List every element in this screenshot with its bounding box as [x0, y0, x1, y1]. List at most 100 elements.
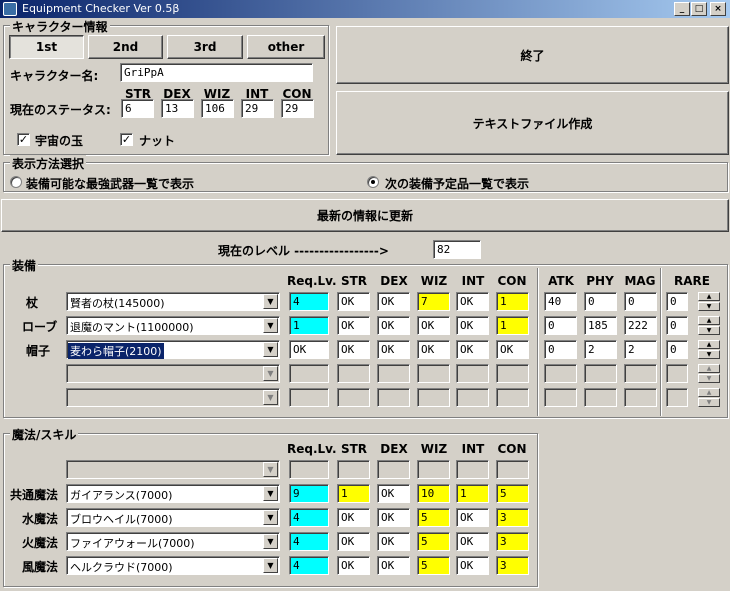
magic-int-field[interactable]: OK: [456, 508, 489, 527]
stat-field-wiz[interactable]: 106: [201, 99, 234, 118]
spin-down-icon[interactable]: ▼: [698, 302, 720, 311]
rare-spinner[interactable]: ▲ ▼: [698, 316, 720, 335]
equip-phy-field[interactable]: [584, 388, 617, 407]
equip-item-select-robe[interactable]: 退魔のマント(1100000) ▼: [66, 316, 280, 335]
equip-phy-field[interactable]: 0: [584, 292, 617, 311]
equip-atk-field[interactable]: 0: [544, 316, 577, 335]
equip-atk-field[interactable]: 0: [544, 340, 577, 359]
equip-req-field[interactable]: 1: [289, 316, 329, 335]
minimize-button[interactable]: _: [674, 2, 690, 16]
spin-up-icon[interactable]: ▲: [698, 364, 720, 373]
equip-item-select-hat[interactable]: 麦わら帽子(2100) ▼: [66, 340, 280, 359]
magic-wiz-field[interactable]: 5: [417, 556, 450, 575]
equip-req-field[interactable]: 4: [289, 292, 329, 311]
rare-spinner[interactable]: ▲ ▼: [698, 364, 720, 383]
tab-2nd[interactable]: 2nd: [88, 35, 163, 59]
chevron-down-icon[interactable]: ▼: [263, 462, 278, 477]
chevron-down-icon[interactable]: ▼: [263, 294, 278, 309]
chevron-down-icon[interactable]: ▼: [263, 342, 278, 357]
magic-select-fire[interactable]: ファイアウォール(7000) ▼: [66, 532, 280, 551]
checkbox-nut[interactable]: ✓: [120, 133, 133, 146]
exit-button[interactable]: 終了: [336, 26, 729, 84]
spin-up-icon[interactable]: ▲: [698, 340, 720, 349]
magic-wiz-field[interactable]: 5: [417, 508, 450, 527]
magic-select-empty[interactable]: ▼: [66, 460, 280, 479]
equip-req-field[interactable]: [289, 388, 329, 407]
magic-wiz-field[interactable]: 5: [417, 532, 450, 551]
magic-con-field[interactable]: 5: [496, 484, 529, 503]
equip-atk-field[interactable]: [544, 364, 577, 383]
equip-rare-field[interactable]: [666, 364, 688, 383]
magic-dex-field[interactable]: OK: [377, 484, 410, 503]
equip-mag-field[interactable]: [624, 388, 657, 407]
spin-down-icon[interactable]: ▼: [698, 374, 720, 383]
equip-wiz-field[interactable]: [417, 364, 450, 383]
stat-field-dex[interactable]: 13: [161, 99, 194, 118]
spin-down-icon[interactable]: ▼: [698, 398, 720, 407]
character-name-field[interactable]: GriPpA: [120, 63, 313, 82]
magic-con-field[interactable]: 3: [496, 556, 529, 575]
spin-up-icon[interactable]: ▲: [698, 316, 720, 325]
equip-int-field[interactable]: OK: [456, 316, 489, 335]
magic-wiz-field[interactable]: [417, 460, 450, 479]
equip-rare-field[interactable]: [666, 388, 688, 407]
stat-field-str[interactable]: 6: [121, 99, 154, 118]
magic-req-field[interactable]: 9: [289, 484, 329, 503]
checkbox-uchuu-no-tama[interactable]: ✓: [17, 133, 30, 146]
chevron-down-icon[interactable]: ▼: [263, 366, 278, 381]
spin-down-icon[interactable]: ▼: [698, 350, 720, 359]
equip-con-field[interactable]: [496, 364, 529, 383]
tab-3rd[interactable]: 3rd: [167, 35, 243, 59]
equip-mag-field[interactable]: 0: [624, 292, 657, 311]
equip-wiz-field[interactable]: OK: [417, 340, 450, 359]
equip-con-field[interactable]: [496, 388, 529, 407]
equip-mag-field[interactable]: [624, 364, 657, 383]
equip-con-field[interactable]: 1: [496, 316, 529, 335]
tab-1st[interactable]: 1st: [9, 35, 84, 59]
radio-strongest-weapons[interactable]: [10, 176, 22, 188]
magic-dex-field[interactable]: OK: [377, 532, 410, 551]
equip-int-field[interactable]: OK: [456, 340, 489, 359]
equip-mag-field[interactable]: 222: [624, 316, 657, 335]
equip-str-field[interactable]: OK: [337, 292, 370, 311]
equip-dex-field[interactable]: OK: [377, 292, 410, 311]
magic-con-field[interactable]: [496, 460, 529, 479]
equip-phy-field[interactable]: 2: [584, 340, 617, 359]
current-level-field[interactable]: 82: [433, 240, 481, 259]
equip-item-select-empty-2[interactable]: ▼: [66, 388, 280, 407]
magic-int-field[interactable]: [456, 460, 489, 479]
spin-up-icon[interactable]: ▲: [698, 292, 720, 301]
chevron-down-icon[interactable]: ▼: [263, 318, 278, 333]
equip-dex-field[interactable]: OK: [377, 340, 410, 359]
equip-dex-field[interactable]: OK: [377, 316, 410, 335]
chevron-down-icon[interactable]: ▼: [263, 534, 278, 549]
magic-req-field[interactable]: 4: [289, 532, 329, 551]
magic-req-field[interactable]: 4: [289, 508, 329, 527]
rare-spinner[interactable]: ▲ ▼: [698, 388, 720, 407]
equip-int-field[interactable]: OK: [456, 292, 489, 311]
equip-int-field[interactable]: [456, 364, 489, 383]
equip-item-select-staff[interactable]: 賢者の杖(145000) ▼: [66, 292, 280, 311]
stat-field-int[interactable]: 29: [241, 99, 274, 118]
magic-select-water[interactable]: ブロウヘイル(7000) ▼: [66, 508, 280, 527]
equip-phy-field[interactable]: [584, 364, 617, 383]
close-button[interactable]: ×: [710, 2, 726, 16]
equip-atk-field[interactable]: 40: [544, 292, 577, 311]
magic-con-field[interactable]: 3: [496, 532, 529, 551]
equip-con-field[interactable]: OK: [496, 340, 529, 359]
spin-up-icon[interactable]: ▲: [698, 388, 720, 397]
rare-spinner[interactable]: ▲ ▼: [698, 292, 720, 311]
equip-dex-field[interactable]: [377, 364, 410, 383]
chevron-down-icon[interactable]: ▼: [263, 558, 278, 573]
magic-int-field[interactable]: 1: [456, 484, 489, 503]
magic-str-field[interactable]: 1: [337, 484, 370, 503]
equip-str-field[interactable]: [337, 388, 370, 407]
equip-wiz-field[interactable]: [417, 388, 450, 407]
magic-str-field[interactable]: [337, 460, 370, 479]
equip-rare-field[interactable]: 0: [666, 340, 688, 359]
magic-select-wind[interactable]: ヘルクラウド(7000) ▼: [66, 556, 280, 575]
equip-item-select-empty-1[interactable]: ▼: [66, 364, 280, 383]
radio-next-equipment[interactable]: [367, 176, 379, 188]
create-textfile-button[interactable]: テキストファイル作成: [336, 91, 729, 155]
magic-int-field[interactable]: OK: [456, 532, 489, 551]
